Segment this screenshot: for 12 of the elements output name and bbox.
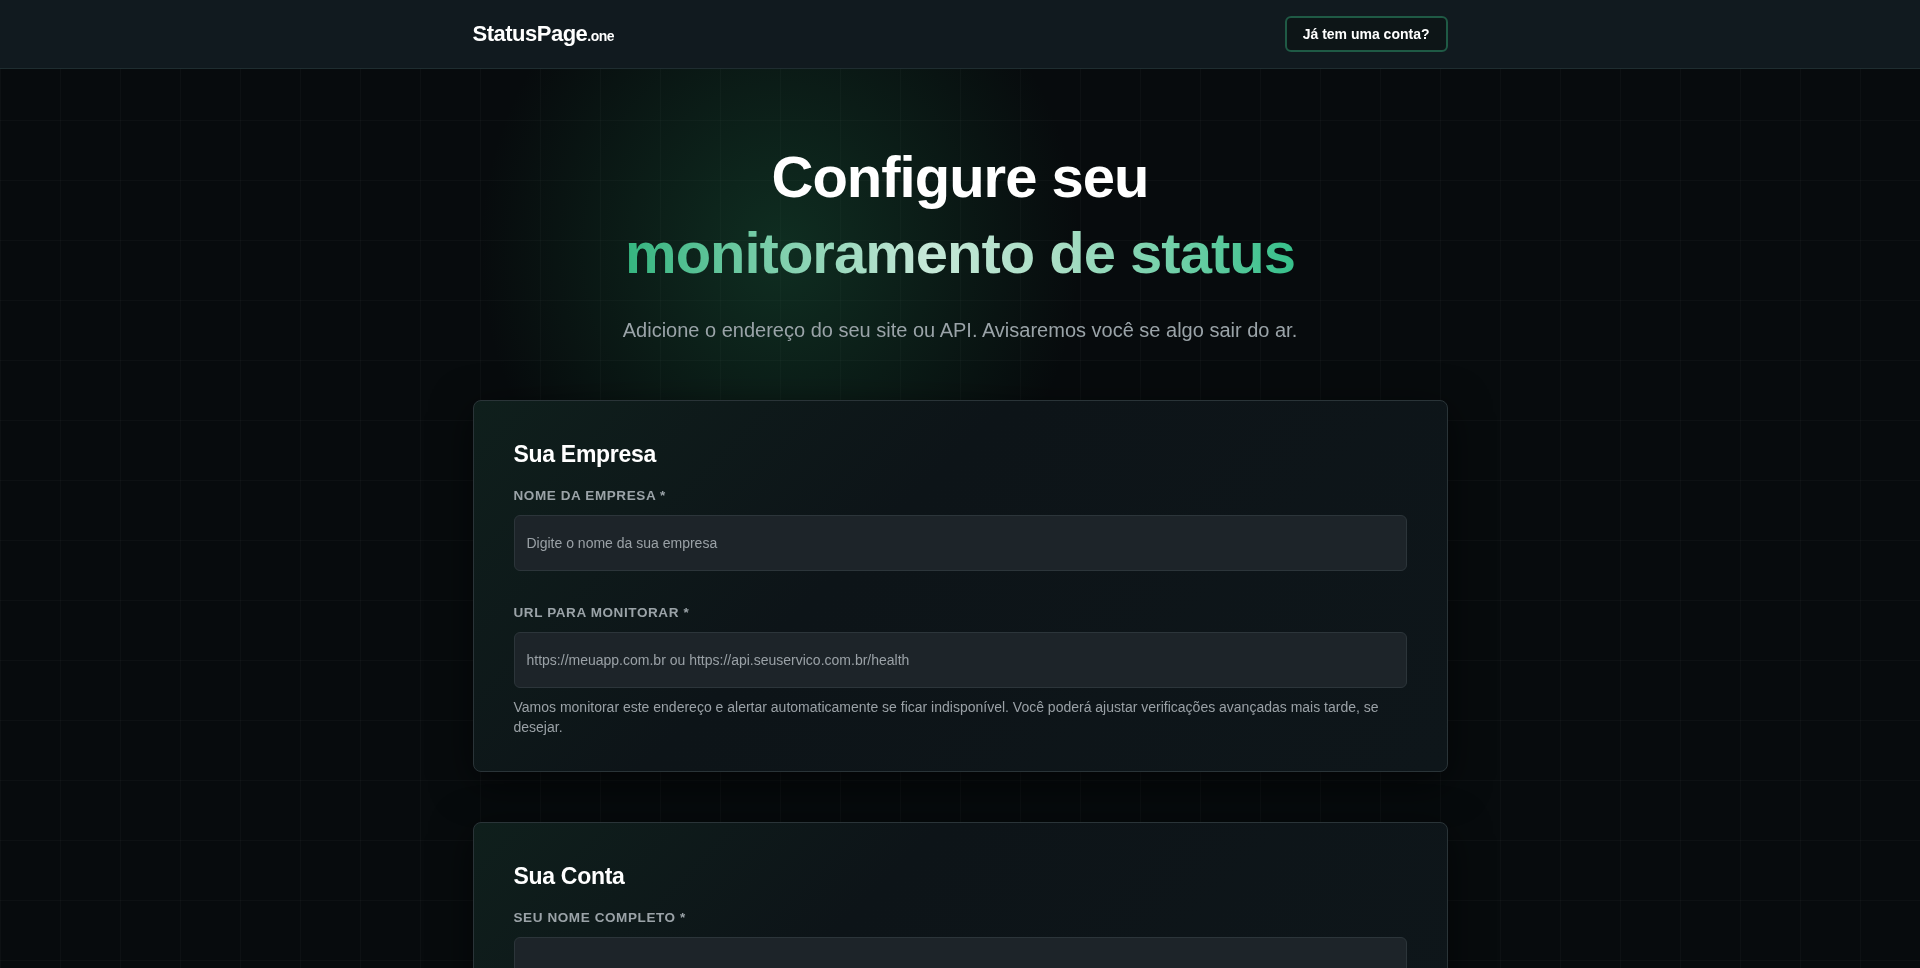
page-title: Configure seu monitoramento de status xyxy=(625,143,1295,287)
input-field[interactable]: https://meuapp.com.br ou https://api.seuservico.com.br/health xyxy=(513,632,1407,688)
field-label: SEU NOME COMPLETO * xyxy=(513,910,687,925)
logo[interactable]: StatusPage.one xyxy=(472,21,615,47)
help-text: Vamos monitorar este endereço e alertar automaticamente se ficar indisponível. Você poderá ajustar verificações avançadas mais tarde, se desejar. xyxy=(513,698,1380,737)
subtitle: Adicione o endereço do seu site ou API. Avisaremos você se algo sair do ar. xyxy=(622,319,1298,342)
login-button[interactable]: Já tem uma conta? xyxy=(1284,16,1448,52)
field-label: NOME DA EMPRESA * xyxy=(513,488,667,503)
field-label: URL PARA MONITORAR * xyxy=(513,605,691,620)
section-title: Sua Empresa xyxy=(513,441,658,468)
section-title: Sua Conta xyxy=(513,863,626,890)
input-field[interactable]: Digite o nome da sua empresa xyxy=(513,515,1407,571)
